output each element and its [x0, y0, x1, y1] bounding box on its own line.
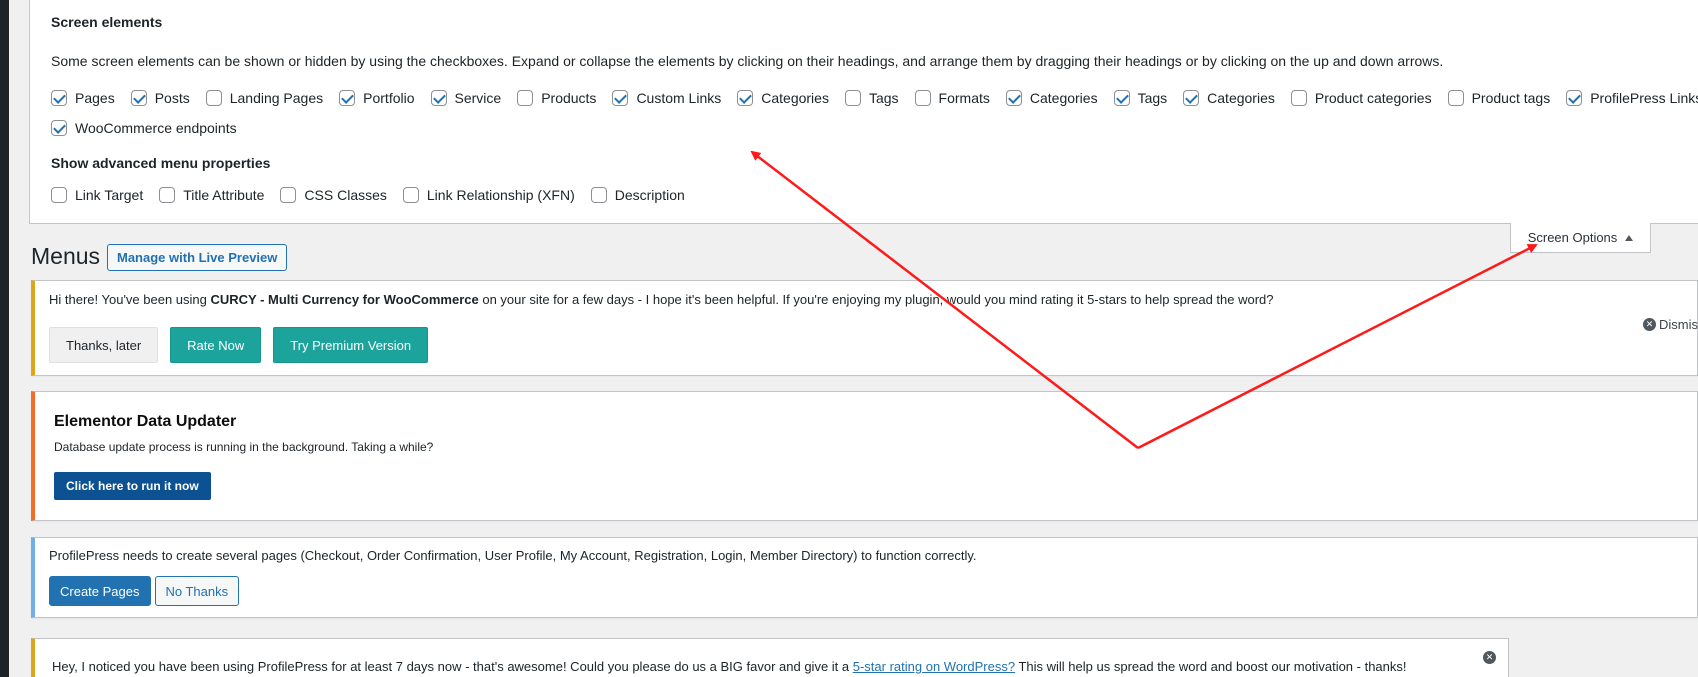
profilepress-review-notice: Hey, I noticed you have been using Profi… — [31, 638, 1509, 677]
profilepress-pages-notice: ProfilePress needs to create several pag… — [31, 537, 1698, 618]
checkbox-box[interactable] — [205, 90, 222, 106]
checkbox-box[interactable] — [51, 120, 67, 136]
checkbox-posts[interactable]: Posts — [130, 90, 190, 106]
checkbox-pages[interactable]: Pages — [51, 90, 115, 106]
screen-elements-row: WooCommerce endpoints — [51, 120, 253, 136]
checkbox-tags-2[interactable]: Tags — [1113, 90, 1167, 106]
page-title: Menus — [31, 243, 101, 269]
checkbox-service[interactable]: Service — [430, 90, 501, 106]
screen-elements-description: Some screen elements can be shown or hid… — [51, 53, 1444, 69]
checkbox-products[interactable]: Products — [517, 90, 596, 106]
checkbox-box[interactable] — [130, 90, 147, 106]
checkbox-box[interactable] — [737, 90, 754, 106]
thanks-later-button[interactable]: Thanks, later — [49, 327, 159, 363]
checkbox-categories-3[interactable]: Categories — [1183, 90, 1275, 106]
checkbox-box[interactable] — [1290, 90, 1307, 106]
screen-elements-heading: Screen elements — [51, 14, 163, 30]
checkbox-box[interactable] — [1113, 90, 1130, 106]
checkbox-link-target[interactable]: Link Target — [51, 187, 143, 203]
checkbox-box[interactable] — [914, 90, 931, 106]
checkbox-title-attribute[interactable]: Title Attribute — [159, 187, 264, 203]
checkbox-portfolio[interactable]: Portfolio — [339, 90, 415, 106]
checkbox-categories-2[interactable]: Categories — [1005, 90, 1098, 106]
checkbox-profilepress-links[interactable]: ProfilePress Links — [1566, 90, 1698, 106]
checkbox-description[interactable]: Description — [590, 187, 685, 203]
close-circle-icon[interactable]: ✕ — [1483, 651, 1496, 664]
checkbox-css-classes[interactable]: CSS Classes — [280, 187, 387, 203]
elementor-notice-description: Database update process is running in th… — [54, 440, 434, 454]
close-circle-icon: ✕ — [1643, 318, 1656, 331]
checkbox-product-categories[interactable]: Product categories — [1290, 90, 1432, 106]
checkbox-box[interactable] — [1005, 90, 1022, 106]
screen-options-label: Screen Options — [1527, 230, 1618, 245]
checkbox-box[interactable] — [844, 90, 861, 106]
curcy-notice-text: Hi there! You've been using CURCY - Mult… — [49, 292, 1274, 307]
profilepress-review-text: Hey, I noticed you have been using Profi… — [52, 659, 1407, 674]
rating-link[interactable]: 5-star rating on WordPress? — [853, 659, 1015, 674]
curcy-plugin-name: CURCY - Multi Currency for WooCommerce — [210, 292, 479, 307]
profilepress-button-row: Create Pages No Thanks — [49, 576, 240, 606]
caret-up-icon — [1625, 234, 1634, 241]
checkbox-box[interactable] — [339, 90, 356, 106]
curcy-button-row: Thanks, later Rate Now Try Premium Versi… — [49, 327, 440, 363]
screen-elements-row: Pages Posts Landing Pages Portfolio Serv… — [51, 90, 1698, 106]
curcy-review-notice: Hi there! You've been using CURCY - Mult… — [31, 280, 1698, 376]
checkbox-box[interactable] — [402, 187, 419, 203]
checkbox-box[interactable] — [280, 187, 297, 203]
checkbox-box[interactable] — [51, 90, 67, 106]
checkbox-box[interactable] — [590, 187, 607, 203]
checkbox-box[interactable] — [1183, 90, 1200, 106]
checkbox-woocommerce-endpoints[interactable]: WooCommerce endpoints — [51, 120, 237, 136]
advanced-properties-heading: Show advanced menu properties — [51, 155, 271, 171]
run-updater-button[interactable]: Click here to run it now — [54, 472, 211, 500]
checkbox-box[interactable] — [51, 187, 67, 203]
checkbox-box[interactable] — [430, 90, 447, 106]
checkbox-box[interactable] — [1566, 90, 1583, 106]
elementor-updater-notice: Elementor Data Updater Database update p… — [31, 391, 1698, 521]
checkbox-tags[interactable]: Tags — [844, 90, 899, 106]
checkbox-formats[interactable]: Formats — [914, 90, 990, 106]
screen-options-toggle[interactable]: Screen Options — [1510, 223, 1651, 253]
screen-options-panel: Screen elements Some screen elements can… — [29, 0, 1698, 224]
checkbox-categories[interactable]: Categories — [737, 90, 829, 106]
create-pages-button[interactable]: Create Pages — [49, 576, 151, 606]
checkbox-box[interactable] — [517, 90, 534, 106]
admin-sidebar-edge — [0, 0, 9, 677]
manage-live-preview-button[interactable]: Manage with Live Preview — [107, 244, 288, 271]
checkbox-box[interactable] — [612, 90, 629, 106]
profilepress-notice-text: ProfilePress needs to create several pag… — [49, 548, 977, 563]
checkbox-link-relationship[interactable]: Link Relationship (XFN) — [402, 187, 575, 203]
checkbox-custom-links[interactable]: Custom Links — [612, 90, 721, 106]
rate-now-button[interactable]: Rate Now — [170, 327, 262, 363]
advanced-properties-row: Link Target Title Attribute CSS Classes … — [51, 187, 701, 203]
checkbox-box[interactable] — [159, 187, 176, 203]
dismiss-button[interactable]: ✕ Dismiss — [1643, 317, 1698, 332]
elementor-notice-title: Elementor Data Updater — [54, 413, 237, 430]
checkbox-landing-pages[interactable]: Landing Pages — [205, 90, 323, 106]
no-thanks-button[interactable]: No Thanks — [154, 576, 240, 606]
checkbox-product-tags[interactable]: Product tags — [1447, 90, 1550, 106]
try-premium-button[interactable]: Try Premium Version — [273, 327, 429, 363]
checkbox-box[interactable] — [1447, 90, 1464, 106]
